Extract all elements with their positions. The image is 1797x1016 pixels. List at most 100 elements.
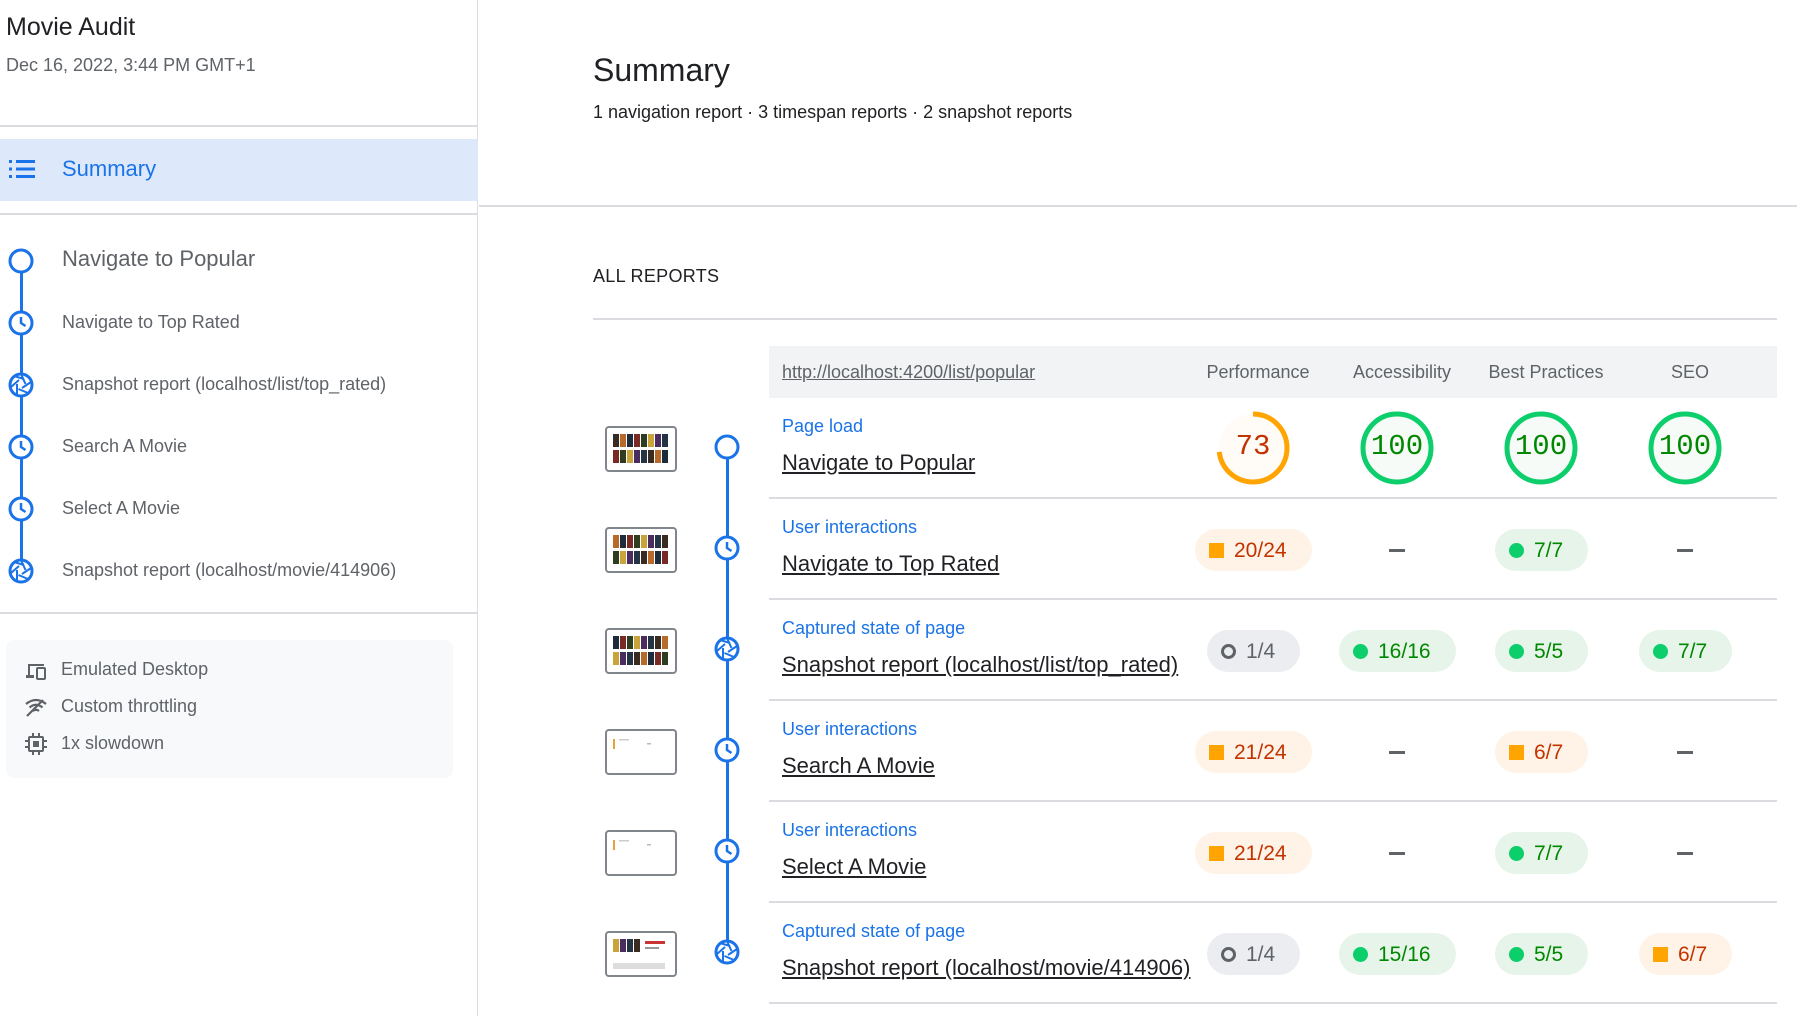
env-cpu: 1x slowdown [18, 730, 438, 756]
score-gauge[interactable]: 100 [1501, 408, 1581, 488]
report-row-select-a-movie: User interactions Select A Movie 21/24 7/7 [593, 802, 1777, 903]
score-pill[interactable]: 5/5 [1495, 933, 1588, 975]
snapshot-icon [8, 372, 34, 398]
timespan-icon [8, 496, 34, 522]
score-pill[interactable]: 20/24 [1195, 529, 1312, 571]
score-cell-performance: 20/24 [1183, 499, 1323, 600]
cpu-icon [25, 733, 47, 755]
sidebar-item-label: Summary [62, 156, 157, 181]
sidebar-step-label: Navigate to Popular [62, 246, 256, 271]
no-score-dash [1677, 751, 1693, 754]
score-cell-performance: 1/4 [1183, 903, 1323, 1004]
report-thumbnail[interactable] [605, 628, 677, 674]
sidebar-step-label: Select A Movie [62, 498, 181, 518]
timespan-icon [8, 310, 34, 336]
score-cell-accessibility [1327, 802, 1467, 903]
score-gauge[interactable]: 73 [1213, 408, 1293, 488]
sidebar-step-list: Navigate to Popular Navigate to Top Rate… [0, 230, 478, 610]
score-cell-best-practices: 100 [1471, 398, 1611, 499]
report-thumbnail[interactable] [605, 527, 677, 573]
score-value: 7/7 [1534, 842, 1564, 865]
sidebar-step-navigate-popular[interactable]: Navigate to Popular [0, 240, 478, 280]
network-icon [25, 698, 47, 717]
score-pill[interactable]: 7/7 [1495, 529, 1588, 571]
score-cell-performance: 1/4 [1183, 600, 1323, 701]
column-header-performance: Performance [1206, 362, 1310, 382]
report-thumbnail[interactable] [605, 426, 677, 472]
score-pill[interactable]: 7/7 [1639, 630, 1732, 672]
score-pill[interactable]: 1/4 [1207, 933, 1300, 975]
score-pill[interactable]: 15/16 [1339, 933, 1456, 975]
pass-dot-icon [1653, 644, 1668, 659]
url-link[interactable]: http://localhost:4200/list/popular [782, 362, 1035, 383]
score-value: 16/16 [1378, 640, 1431, 663]
report-thumbnail[interactable] [605, 729, 677, 775]
report-thumbnail[interactable] [605, 931, 677, 977]
score-gauge[interactable]: 100 [1645, 408, 1725, 488]
score-cell-best-practices: 5/5 [1471, 600, 1611, 701]
pass-dot-icon [1509, 947, 1524, 962]
score-pill[interactable]: 21/24 [1195, 832, 1312, 874]
env-label: 1x slowdown [61, 733, 165, 753]
header-divider [479, 205, 1797, 207]
env-label: Custom throttling [61, 696, 198, 716]
score-value: 15/16 [1378, 943, 1431, 966]
report-name-link[interactable]: Search A Movie [782, 753, 935, 779]
report-type-label: Captured state of page [782, 921, 966, 941]
report-row-navigate-to-top-rated: User interactions Navigate to Top Rated 20… [593, 499, 1777, 600]
report-name-link[interactable]: Snapshot report (localhost/movie/414906) [782, 955, 1190, 981]
snapshot-icon [8, 558, 34, 584]
no-score-dash [1677, 549, 1693, 552]
sidebar-step-snapshot-top-rated[interactable]: Snapshot report (localhost/list/top_rate… [0, 364, 478, 404]
sidebar-step-label: Search A Movie [62, 436, 188, 456]
app-title: Movie Audit [6, 13, 136, 41]
score-cell-accessibility [1327, 499, 1467, 600]
score-pill[interactable]: 1/4 [1207, 630, 1300, 672]
score-pill[interactable]: 7/7 [1495, 832, 1588, 874]
report-name-link[interactable]: Snapshot report (localhost/list/top_rate… [782, 652, 1178, 678]
report-type-label: Captured state of page [782, 618, 966, 638]
pass-dot-icon [1353, 947, 1368, 962]
score-cell-accessibility: 15/16 [1327, 903, 1467, 1004]
devices-icon [26, 664, 46, 680]
pass-dot-icon [1509, 846, 1524, 861]
score-pill[interactable]: 6/7 [1639, 933, 1732, 975]
score-cell-best-practices: 6/7 [1471, 701, 1611, 802]
score-gauge[interactable]: 100 [1357, 408, 1437, 488]
informative-circle-icon [1221, 947, 1236, 962]
pass-dot-icon [1509, 644, 1524, 659]
average-square-icon [1209, 745, 1224, 760]
report-thumbnail[interactable] [605, 830, 677, 876]
score-cell-performance: 21/24 [1183, 802, 1323, 903]
sidebar-item-summary[interactable]: Summary [0, 139, 478, 201]
report-name-link[interactable]: Select A Movie [782, 854, 926, 880]
sidebar-divider [0, 213, 478, 215]
score-pill[interactable]: 6/7 [1495, 731, 1588, 773]
page-subtitle: 1 navigation report · 3 timespan reports… [593, 102, 1073, 122]
score-cell-accessibility [1327, 701, 1467, 802]
report-row-snapshot-report-localhost-movie-414906: Captured state of page Snapshot report (l… [593, 903, 1777, 1004]
score-value: 20/24 [1234, 539, 1287, 562]
no-score-dash [1389, 549, 1405, 552]
score-cell-seo [1615, 701, 1755, 802]
score-value: 6/7 [1534, 741, 1564, 764]
env-label: Emulated Desktop [61, 659, 209, 679]
score-cell-seo [1615, 499, 1755, 600]
column-header-seo: SEO [1670, 362, 1709, 382]
sidebar-step-navigate-top-rated[interactable]: Navigate to Top Rated [0, 302, 478, 342]
sidebar-step-label: Snapshot report (localhost/list/top_rate… [62, 374, 387, 394]
score-cell-performance: 21/24 [1183, 701, 1323, 802]
score-pill[interactable]: 21/24 [1195, 731, 1312, 773]
score-pill[interactable]: 5/5 [1495, 630, 1588, 672]
report-name-link[interactable]: Navigate to Top Rated [782, 551, 999, 577]
sidebar-divider [0, 125, 478, 127]
report-name-link[interactable]: Navigate to Popular [782, 450, 975, 476]
sidebar: Movie Audit Dec 16, 2022, 3:44 PM GMT+1 … [0, 0, 478, 1016]
sidebar-step-snapshot-movie[interactable]: Snapshot report (localhost/movie/414906) [0, 550, 478, 590]
sidebar-step-select-movie[interactable]: Select A Movie [0, 488, 478, 528]
score-cell-best-practices: 5/5 [1471, 903, 1611, 1004]
score-cell-seo [1615, 802, 1755, 903]
sidebar-step-search-movie[interactable]: Search A Movie [0, 426, 478, 466]
score-pill[interactable]: 16/16 [1339, 630, 1456, 672]
navigation-icon [712, 432, 742, 462]
